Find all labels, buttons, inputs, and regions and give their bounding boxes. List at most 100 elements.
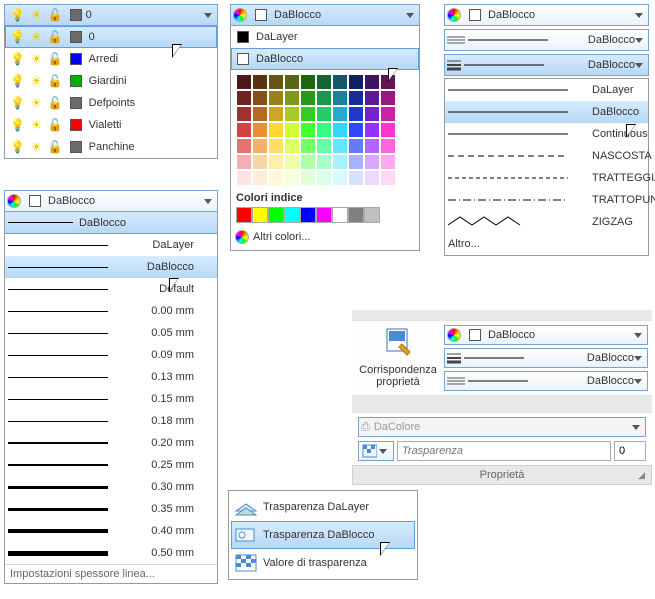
lineweight-dropdown[interactable]: DaBlocco DaBlocco DaLayer DaBlocco Defau… — [4, 190, 218, 584]
lineweight-item[interactable]: 0.00 mm — [5, 300, 217, 322]
index-color-cell[interactable] — [316, 207, 332, 223]
lineweight-item[interactable]: DaLayer — [5, 234, 217, 256]
transparency-input[interactable] — [397, 441, 611, 461]
color-cell[interactable] — [364, 154, 380, 170]
more-colors[interactable]: Altri colori... — [231, 226, 419, 248]
color-cell[interactable] — [332, 170, 348, 186]
color-cell[interactable] — [332, 122, 348, 138]
index-color-cell[interactable] — [364, 207, 380, 223]
color-cell[interactable] — [300, 154, 316, 170]
color-cell[interactable] — [268, 74, 284, 90]
color-cell[interactable] — [380, 74, 396, 90]
transparency-menu-item[interactable]: Valore di trasparenza — [231, 549, 415, 577]
color-cell[interactable] — [364, 122, 380, 138]
color-cell[interactable] — [348, 74, 364, 90]
index-color-cell[interactable] — [332, 207, 348, 223]
linetype-row-2[interactable]: DaBlocco — [444, 29, 649, 51]
color-cell[interactable] — [348, 170, 364, 186]
color-cell[interactable] — [252, 138, 268, 154]
color-cell[interactable] — [316, 106, 332, 122]
color-cell[interactable] — [284, 74, 300, 90]
color-cell[interactable] — [236, 74, 252, 90]
color-cell[interactable] — [380, 138, 396, 154]
lineweight-item[interactable]: 0.25 mm — [5, 454, 217, 476]
index-color-cell[interactable] — [300, 207, 316, 223]
linetype-item[interactable]: TRATTEGGIATA — [445, 167, 648, 189]
color-cell[interactable] — [380, 154, 396, 170]
color-cell[interactable] — [332, 154, 348, 170]
color-cell[interactable] — [332, 106, 348, 122]
ribbon-color-dd[interactable]: DaBlocco — [444, 325, 648, 345]
color-cell[interactable] — [284, 154, 300, 170]
color-cell[interactable] — [348, 122, 364, 138]
color-cell[interactable] — [332, 90, 348, 106]
lineweight-item[interactable]: 0.09 mm — [5, 344, 217, 366]
color-item[interactable]: DaLayer — [231, 26, 419, 48]
linetype-item[interactable]: TRATTOPUNTO — [445, 189, 648, 211]
color-cell[interactable] — [316, 74, 332, 90]
color-cell[interactable] — [284, 170, 300, 186]
color-cell[interactable] — [284, 90, 300, 106]
color-cell[interactable] — [252, 170, 268, 186]
color-cell[interactable] — [332, 138, 348, 154]
color-dropdown-header[interactable]: DaBlocco — [230, 4, 420, 26]
color-cell[interactable] — [236, 170, 252, 186]
color-cell[interactable] — [348, 106, 364, 122]
lineweight-item[interactable]: 0.13 mm — [5, 366, 217, 388]
color-cell[interactable] — [380, 122, 396, 138]
color-cell[interactable] — [364, 74, 380, 90]
color-cell[interactable] — [284, 122, 300, 138]
color-cell[interactable] — [348, 90, 364, 106]
linetype-more[interactable]: Altro... — [445, 233, 648, 255]
color-cell[interactable] — [348, 154, 364, 170]
layer-item[interactable]: 💡 ☀ 🔓 Giardini — [5, 70, 217, 92]
color-cell[interactable] — [380, 90, 396, 106]
color-item[interactable]: DaBlocco — [231, 48, 419, 70]
color-cell[interactable] — [284, 138, 300, 154]
linetype-item[interactable]: Continuous — [445, 123, 648, 145]
linetype-item[interactable]: NASCOSTA — [445, 145, 648, 167]
transparency-menu-item[interactable]: Trasparenza DaBlocco — [231, 521, 415, 549]
color-cell[interactable] — [284, 106, 300, 122]
layer-dropdown-header[interactable]: 💡 ☀ 🔓 0 — [4, 4, 218, 26]
linetype-dropdown[interactable]: DaBlocco DaBlocco DaBlocco DaLayer DaBlo… — [444, 4, 649, 256]
color-cell[interactable] — [316, 138, 332, 154]
color-dropdown[interactable]: DaBlocco DaLayer DaBlocco Colori indice … — [230, 4, 420, 251]
transparency-menu-item[interactable]: Trasparenza DaLayer — [231, 493, 415, 521]
layer-item[interactable]: 💡 ☀ 🔓 Arredi — [5, 48, 217, 70]
color-cell[interactable] — [316, 122, 332, 138]
color-cell[interactable] — [252, 74, 268, 90]
lineweight-item[interactable]: 0.15 mm — [5, 388, 217, 410]
linetype-item[interactable]: ZIGZAG — [445, 211, 648, 233]
color-cell[interactable] — [236, 138, 252, 154]
color-cell[interactable] — [268, 170, 284, 186]
color-cell[interactable] — [300, 170, 316, 186]
linetype-item[interactable]: DaBlocco — [445, 101, 648, 123]
color-cell[interactable] — [300, 74, 316, 90]
color-cell[interactable] — [348, 138, 364, 154]
lineweight-item[interactable]: DaBlocco — [5, 256, 217, 278]
color-cell[interactable] — [364, 90, 380, 106]
color-cell[interactable] — [332, 74, 348, 90]
lineweight-item[interactable]: 0.35 mm — [5, 498, 217, 520]
color-cell[interactable] — [236, 154, 252, 170]
lineweight-item[interactable]: 0.18 mm — [5, 410, 217, 432]
index-color-cell[interactable] — [284, 207, 300, 223]
panel-arrow-icon[interactable]: ◢ — [638, 470, 645, 481]
color-cell[interactable] — [236, 90, 252, 106]
color-cell[interactable] — [380, 106, 396, 122]
lineweight-item[interactable]: Default — [5, 278, 217, 300]
match-properties-button[interactable]: Corrispondenza proprietà — [352, 325, 444, 391]
color-cell[interactable] — [268, 106, 284, 122]
lineweight-item[interactable]: 0.20 mm — [5, 432, 217, 454]
lineweight-item[interactable]: 0.40 mm — [5, 520, 217, 542]
color-cell[interactable] — [316, 170, 332, 186]
lineweight-item[interactable]: 0.30 mm — [5, 476, 217, 498]
color-cell[interactable] — [252, 154, 268, 170]
color-cell[interactable] — [364, 138, 380, 154]
color-cell[interactable] — [252, 122, 268, 138]
layer-dropdown[interactable]: 💡 ☀ 🔓 0 💡 ☀ 🔓 0💡 ☀ 🔓 Arredi💡 ☀ 🔓 Giardin… — [4, 4, 218, 159]
linetype-item[interactable]: DaLayer — [445, 79, 648, 101]
index-color-cell[interactable] — [252, 207, 268, 223]
index-color-cell[interactable] — [348, 207, 364, 223]
